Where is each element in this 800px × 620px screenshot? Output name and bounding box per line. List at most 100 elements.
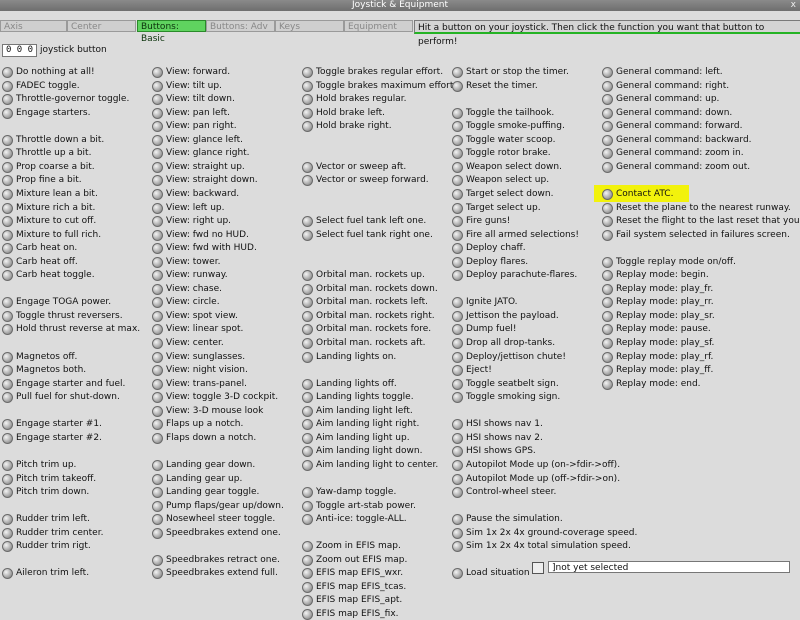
radio-button-icon[interactable] bbox=[2, 216, 13, 227]
radio-button-icon[interactable] bbox=[602, 203, 613, 214]
load-situation-checkbox[interactable] bbox=[532, 562, 544, 574]
radio-button-icon[interactable] bbox=[602, 81, 613, 92]
radio-button-icon[interactable] bbox=[602, 216, 613, 227]
radio-button-icon[interactable] bbox=[2, 108, 13, 119]
radio-button-icon[interactable] bbox=[602, 67, 613, 78]
radio-button-icon[interactable] bbox=[152, 568, 163, 579]
radio-button-icon[interactable] bbox=[452, 108, 463, 119]
tab-keys[interactable]: Keys bbox=[275, 20, 344, 32]
radio-button-icon[interactable] bbox=[602, 94, 613, 105]
close-icon[interactable]: x bbox=[791, 0, 796, 11]
radio-button-icon[interactable] bbox=[452, 474, 463, 485]
radio-button-icon[interactable] bbox=[152, 297, 163, 308]
radio-button-icon[interactable] bbox=[452, 67, 463, 78]
tab-center[interactable]: Center bbox=[67, 20, 136, 32]
radio-button-icon[interactable] bbox=[2, 230, 13, 241]
radio-button-icon[interactable] bbox=[2, 203, 13, 214]
radio-button-icon[interactable] bbox=[152, 121, 163, 132]
radio-button-icon[interactable] bbox=[452, 528, 463, 539]
radio-button-icon[interactable] bbox=[452, 135, 463, 146]
radio-button-icon[interactable] bbox=[452, 121, 463, 132]
radio-button-icon[interactable] bbox=[152, 175, 163, 186]
radio-button-icon[interactable] bbox=[452, 81, 463, 92]
radio-button-icon[interactable] bbox=[302, 419, 313, 430]
radio-button-icon[interactable] bbox=[2, 135, 13, 146]
radio-button-icon[interactable] bbox=[452, 541, 463, 552]
radio-button-icon[interactable] bbox=[2, 311, 13, 322]
radio-button-icon[interactable] bbox=[152, 148, 163, 159]
radio-button-icon[interactable] bbox=[602, 162, 613, 173]
radio-button-icon[interactable] bbox=[152, 81, 163, 92]
radio-button-icon[interactable] bbox=[602, 121, 613, 132]
radio-button-icon[interactable] bbox=[152, 311, 163, 322]
radio-button-icon[interactable] bbox=[302, 392, 313, 403]
radio-button-icon[interactable] bbox=[602, 135, 613, 146]
radio-button-icon[interactable] bbox=[2, 243, 13, 254]
radio-button-icon[interactable] bbox=[602, 284, 613, 295]
radio-button-icon[interactable] bbox=[302, 501, 313, 512]
radio-button-icon[interactable] bbox=[452, 352, 463, 363]
tab-buttons-adv[interactable]: Buttons: Adv bbox=[206, 20, 275, 32]
radio-button-icon[interactable] bbox=[2, 541, 13, 552]
radio-button-icon[interactable] bbox=[302, 94, 313, 105]
radio-button-icon[interactable] bbox=[152, 406, 163, 417]
radio-button-icon[interactable] bbox=[2, 297, 13, 308]
radio-button-icon[interactable] bbox=[302, 352, 313, 363]
radio-button-icon[interactable] bbox=[2, 514, 13, 525]
radio-button-icon[interactable] bbox=[302, 609, 313, 620]
radio-button-icon[interactable] bbox=[2, 487, 13, 498]
radio-button-icon[interactable] bbox=[2, 81, 13, 92]
radio-button-icon[interactable] bbox=[452, 189, 463, 200]
radio-button-icon[interactable] bbox=[302, 460, 313, 471]
radio-button-icon[interactable] bbox=[452, 365, 463, 376]
radio-button-icon[interactable] bbox=[452, 514, 463, 525]
radio-button-icon[interactable] bbox=[302, 379, 313, 390]
radio-button-icon[interactable] bbox=[302, 270, 313, 281]
radio-button-icon[interactable] bbox=[152, 528, 163, 539]
radio-button-icon[interactable] bbox=[152, 230, 163, 241]
radio-button-icon[interactable] bbox=[2, 189, 13, 200]
radio-button-icon[interactable] bbox=[2, 392, 13, 403]
radio-button-icon[interactable] bbox=[302, 446, 313, 457]
radio-button-icon[interactable] bbox=[152, 487, 163, 498]
radio-button-icon[interactable] bbox=[602, 108, 613, 119]
radio-button-icon[interactable] bbox=[452, 257, 463, 268]
radio-button-icon[interactable] bbox=[2, 568, 13, 579]
radio-button-icon[interactable] bbox=[152, 189, 163, 200]
radio-button-icon[interactable] bbox=[302, 121, 313, 132]
radio-button-icon[interactable] bbox=[302, 284, 313, 295]
radio-button-icon[interactable] bbox=[452, 379, 463, 390]
radio-button-icon[interactable] bbox=[2, 324, 13, 335]
radio-button-icon[interactable] bbox=[602, 352, 613, 363]
radio-button-icon[interactable] bbox=[152, 352, 163, 363]
radio-button-icon[interactable] bbox=[452, 311, 463, 322]
radio-button-icon[interactable] bbox=[452, 175, 463, 186]
radio-button-icon[interactable] bbox=[302, 582, 313, 593]
radio-button-icon[interactable] bbox=[2, 148, 13, 159]
radio-button-icon[interactable] bbox=[152, 257, 163, 268]
radio-button-icon[interactable] bbox=[602, 365, 613, 376]
radio-button-icon[interactable] bbox=[452, 243, 463, 254]
radio-button-icon[interactable] bbox=[302, 555, 313, 566]
radio-button-icon[interactable] bbox=[602, 324, 613, 335]
radio-button-icon[interactable] bbox=[302, 338, 313, 349]
radio-button-icon[interactable] bbox=[2, 419, 13, 430]
radio-button-icon[interactable] bbox=[452, 433, 463, 444]
radio-button-icon[interactable] bbox=[452, 419, 463, 430]
radio-button-icon[interactable] bbox=[2, 379, 13, 390]
radio-button-icon[interactable] bbox=[152, 67, 163, 78]
radio-button-icon[interactable] bbox=[302, 230, 313, 241]
radio-button-icon[interactable] bbox=[452, 230, 463, 241]
radio-button-icon[interactable] bbox=[302, 595, 313, 606]
radio-button-icon[interactable] bbox=[602, 311, 613, 322]
radio-button-icon[interactable] bbox=[2, 352, 13, 363]
radio-button-icon[interactable] bbox=[452, 297, 463, 308]
radio-button-icon[interactable] bbox=[302, 81, 313, 92]
radio-button-icon[interactable] bbox=[152, 284, 163, 295]
radio-button-icon[interactable] bbox=[602, 189, 613, 200]
radio-button-icon[interactable] bbox=[2, 474, 13, 485]
radio-button-icon[interactable] bbox=[152, 203, 163, 214]
radio-button-icon[interactable] bbox=[2, 162, 13, 173]
radio-button-icon[interactable] bbox=[152, 501, 163, 512]
radio-button-icon[interactable] bbox=[2, 67, 13, 78]
